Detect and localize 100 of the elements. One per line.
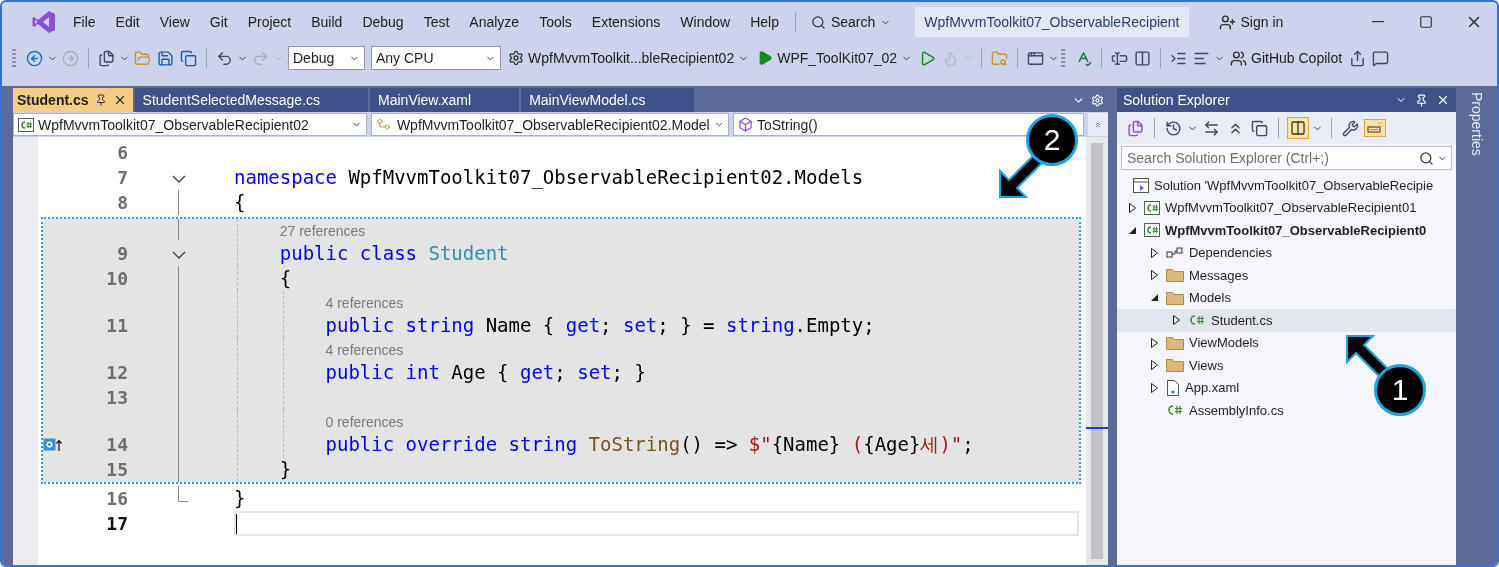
type-dropdown[interactable]: WpfMvvmToolkit07_ObservableRecipient02.Model xyxy=(371,113,729,136)
preview-icon xyxy=(1367,122,1383,134)
code-line: } xyxy=(234,486,246,511)
override-indicator-icon[interactable] xyxy=(43,438,63,452)
menu-item[interactable]: Tools xyxy=(530,10,581,34)
tree-item[interactable]: ViewModels xyxy=(1189,335,1259,351)
new-item-icon[interactable] xyxy=(98,49,115,67)
pin-icon[interactable] xyxy=(94,94,107,106)
minimize-icon xyxy=(1372,21,1384,23)
tree-item[interactable]: Student.cs xyxy=(1211,312,1273,328)
project-dropdown[interactable]: WpfMvvmToolkit07_ObservableRecipient02 xyxy=(13,113,367,136)
menu-item[interactable]: Extensions xyxy=(582,10,670,34)
menu-item[interactable]: View xyxy=(150,10,199,34)
app-logo[interactable] xyxy=(32,10,56,34)
expanded-triangle-icon[interactable] xyxy=(1129,226,1137,234)
tree-item[interactable]: WpfMvvmToolkit07_ObservableRecipient01 xyxy=(1165,200,1417,216)
menu-item[interactable]: Test xyxy=(414,10,459,34)
code-line: } xyxy=(278,457,292,482)
code-line: { xyxy=(278,266,292,291)
document-tab[interactable]: MainView.xaml xyxy=(370,88,520,112)
collapsed-triangle-icon[interactable] xyxy=(1173,315,1181,326)
filter-toggle[interactable] xyxy=(1287,117,1309,139)
columns-icon[interactable] xyxy=(1134,49,1152,67)
text-cursor-icon[interactable] xyxy=(1111,49,1129,67)
menu-item[interactable]: Project xyxy=(238,10,301,34)
menu-item[interactable]: Edit xyxy=(106,10,149,34)
preview-toggle[interactable] xyxy=(1364,119,1386,137)
startup-project-dropdown[interactable]: WpfMvvmToolkit...bleRecipient02 xyxy=(505,48,753,68)
code-line: public override string ToString() => $"{Name} ({Age}세)"; xyxy=(324,432,974,457)
menu-item[interactable]: Window xyxy=(671,10,740,34)
search-field[interactable]: Search Solution Explorer (Ctrl+;) xyxy=(1121,146,1453,170)
history-icon[interactable] xyxy=(1165,119,1182,137)
expanded-triangle-icon[interactable] xyxy=(1151,294,1159,302)
search-icon xyxy=(1419,150,1435,166)
platform-dropdown[interactable]: Any CPU xyxy=(371,46,501,70)
run-button[interactable]: WPF_ToolKit07_02 xyxy=(754,48,916,68)
sign-in-button[interactable]: Sign in xyxy=(1212,9,1290,35)
cube-icon xyxy=(738,117,753,132)
menu-item[interactable]: Debug xyxy=(353,10,413,34)
tree-item[interactable]: AssemblyInfo.cs xyxy=(1189,402,1284,418)
document-tab[interactable]: StudentSelectedMessage.cs xyxy=(134,88,369,112)
namespace-icon xyxy=(376,117,393,132)
play-outline-icon[interactable] xyxy=(919,49,937,67)
feedback-icon[interactable] xyxy=(1372,49,1390,67)
save-all-icon[interactable] xyxy=(180,49,197,67)
configuration-dropdown[interactable]: Debug xyxy=(288,46,365,70)
menu-item[interactable]: Build xyxy=(302,10,352,34)
tree-item[interactable]: Models xyxy=(1189,290,1231,306)
line-number: 12 xyxy=(106,361,128,385)
line-number: 16 xyxy=(106,487,128,511)
search-button[interactable]: Search xyxy=(802,10,900,34)
menu-item[interactable]: Help xyxy=(741,10,788,34)
settings-icon[interactable] xyxy=(1091,93,1104,107)
properties-tab[interactable]: Properties xyxy=(1468,92,1485,156)
csharp-project-icon xyxy=(18,117,34,132)
pin-icon[interactable] xyxy=(1415,93,1429,107)
code-line: public class Student xyxy=(278,241,509,266)
code-lens-link[interactable]: 0 references xyxy=(325,410,404,432)
tree-item[interactable]: Views xyxy=(1189,357,1224,373)
collapsed-triangle-icon[interactable] xyxy=(1151,337,1159,348)
collapsed-triangle-icon[interactable] xyxy=(1151,247,1159,258)
line-number: 13 xyxy=(106,386,128,410)
tree-item[interactable]: Messages xyxy=(1189,267,1249,283)
tree-item[interactable]: App.xaml xyxy=(1185,380,1240,396)
csharp-file-icon xyxy=(1188,314,1206,327)
line-number: 9 xyxy=(117,242,128,266)
copy-icon[interactable] xyxy=(1251,119,1268,137)
save-icon[interactable] xyxy=(157,49,174,67)
tree-item[interactable]: Dependencies xyxy=(1189,245,1273,261)
solution-icon xyxy=(1133,177,1149,193)
collapse-chevron-icon[interactable] xyxy=(172,175,186,184)
tree-item[interactable]: Solution 'WpfMvvmToolkit07_ObservableRecipie xyxy=(1154,177,1434,193)
back-icon[interactable] xyxy=(26,49,43,67)
line-number: 8 xyxy=(117,191,128,215)
menu-item[interactable]: File xyxy=(64,10,105,34)
window-icon[interactable] xyxy=(1027,49,1045,67)
switch-views-icon[interactable] xyxy=(1127,119,1144,137)
gear-icon xyxy=(508,50,524,66)
collapsed-triangle-icon[interactable] xyxy=(1129,202,1137,213)
line-number: 15 xyxy=(106,458,128,482)
wrench-icon[interactable] xyxy=(1342,119,1359,137)
collapsed-triangle-icon[interactable] xyxy=(1151,382,1159,393)
menu-item[interactable]: Analyze xyxy=(460,10,529,34)
collapsed-triangle-icon[interactable] xyxy=(1151,270,1159,281)
tree-item[interactable]: WpfMvvmToolkit07_ObservableRecipient0 xyxy=(1165,222,1427,238)
line-number: 14 xyxy=(106,433,128,457)
copilot-button[interactable]: GitHub Copilot xyxy=(1227,47,1346,69)
xaml-file-icon xyxy=(1166,379,1180,396)
document-tab[interactable]: Student.cs xyxy=(13,88,133,112)
csharp-file-icon xyxy=(1166,404,1184,417)
collapse-chevron-icon[interactable] xyxy=(172,251,186,260)
code-line: { xyxy=(234,190,246,215)
vertical-scrollbar[interactable] xyxy=(1086,137,1108,565)
collapsed-triangle-icon[interactable] xyxy=(1151,360,1159,371)
menu-item[interactable]: Git xyxy=(200,10,237,34)
document-tab[interactable]: MainViewModel.cs xyxy=(521,88,694,112)
sync-icon[interactable] xyxy=(1203,119,1220,137)
undo-icon[interactable] xyxy=(216,49,233,67)
share-icon[interactable] xyxy=(1349,49,1367,67)
maximize-icon xyxy=(1419,15,1433,29)
